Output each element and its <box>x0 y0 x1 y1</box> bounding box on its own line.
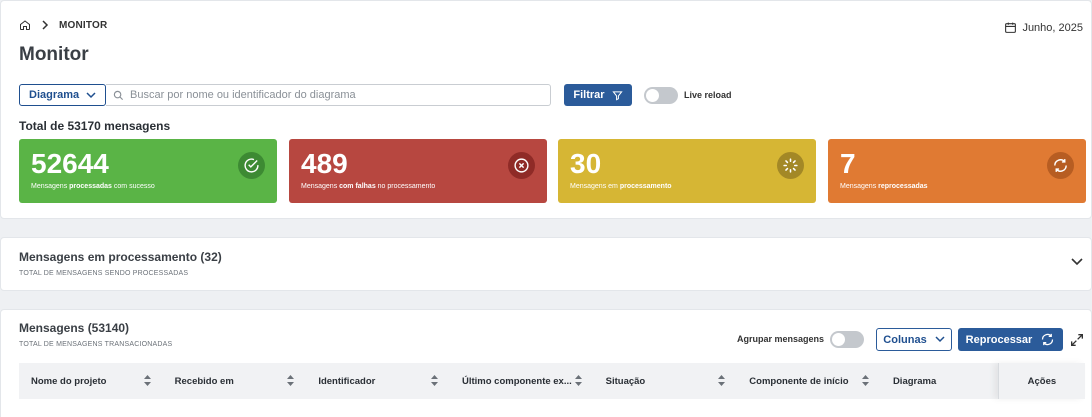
column-header-received[interactable]: Recebido em <box>163 363 307 399</box>
messages-subtitle: TOTAL DE MENSAGENS TRANSACIONADAS <box>19 341 173 348</box>
column-header-project[interactable]: Nome do projeto <box>19 363 163 399</box>
card-processing[interactable]: 30 Mensagens em processamento <box>558 139 816 203</box>
processing-section[interactable]: Mensagens em processamento (32) TOTAL DE… <box>0 237 1092 291</box>
card-reprocessed[interactable]: 7 Mensagens reprocessadas <box>828 139 1086 203</box>
card-value: 489 <box>301 148 348 179</box>
processing-title: Mensagens em processamento (32) <box>19 250 222 264</box>
sort-icon <box>574 375 582 386</box>
search-input[interactable] <box>130 89 530 101</box>
monitor-summary-panel: MONITOR Monitor Junho, 2025 Diagrama Fil… <box>0 0 1092 219</box>
card-label: Mensagens processadas com sucesso <box>31 183 155 190</box>
column-header-actions: Ações <box>997 363 1085 399</box>
reprocess-button-label: Reprocessar <box>965 333 1033 346</box>
column-header-diagram[interactable]: Diagrama <box>881 363 952 399</box>
sort-icon <box>143 375 151 386</box>
group-messages-label: Agrupar mensagens <box>737 334 825 344</box>
filter-icon <box>611 90 623 100</box>
x-circle-icon <box>508 152 535 179</box>
column-header-identifier[interactable]: Identificador <box>306 363 450 399</box>
filter-button-label: Filtrar <box>573 89 605 101</box>
card-label: Mensagens reprocessadas <box>840 183 928 190</box>
date-label: Junho, 2025 <box>1022 21 1083 34</box>
search-icon <box>113 90 124 100</box>
messages-section: Mensagens (53140) TOTAL DE MENSAGENS TRA… <box>0 309 1092 417</box>
column-header-status[interactable]: Situação <box>594 363 738 399</box>
card-label: Mensagens com falhas no processamento <box>301 183 436 190</box>
columns-button-label: Colunas <box>883 333 927 346</box>
table-header: Nome do projeto Recebido em Identificado… <box>19 363 1085 399</box>
group-messages-toggle[interactable] <box>830 331 864 348</box>
card-value: 7 <box>840 148 856 179</box>
diagram-select[interactable]: Diagrama <box>19 84 106 106</box>
date-picker[interactable]: Junho, 2025 <box>1004 21 1083 34</box>
card-value: 52644 <box>31 148 109 179</box>
sort-icon <box>718 375 726 386</box>
refresh-icon <box>1042 333 1054 346</box>
expand-icon[interactable] <box>1069 332 1085 348</box>
search-box <box>106 84 551 106</box>
home-icon[interactable] <box>19 19 31 31</box>
chevron-right-icon <box>42 20 49 30</box>
card-label: Mensagens em processamento <box>570 183 672 190</box>
check-circle-icon <box>238 152 265 179</box>
sort-icon <box>430 375 438 386</box>
column-header-last-component[interactable]: Último componente ex... <box>450 363 594 399</box>
chevron-down-icon <box>935 336 945 343</box>
card-value: 30 <box>570 148 602 179</box>
filter-button[interactable]: Filtrar <box>564 84 632 106</box>
breadcrumb-current: MONITOR <box>59 19 108 31</box>
column-header-start-component[interactable]: Componente de início <box>737 363 881 399</box>
chevron-down-icon[interactable] <box>1071 258 1083 266</box>
reprocess-button[interactable]: Reprocessar <box>958 328 1063 351</box>
live-reload-label: Live reload <box>684 90 732 100</box>
chevron-down-icon <box>86 91 96 98</box>
card-failed[interactable]: 489 Mensagens com falhas no processament… <box>289 139 547 203</box>
sort-icon <box>287 375 295 386</box>
diagram-select-label: Diagrama <box>29 89 80 101</box>
messages-title: Mensagens (53140) <box>19 321 130 335</box>
breadcrumb: MONITOR <box>19 19 107 31</box>
processing-subtitle: TOTAL DE MENSAGENS SENDO PROCESSADAS <box>19 270 189 277</box>
card-processed[interactable]: 52644 Mensagens processadas com sucesso <box>19 139 277 203</box>
calendar-icon <box>1005 22 1017 33</box>
page-title: Monitor <box>19 44 89 65</box>
columns-button[interactable]: Colunas <box>876 328 952 351</box>
total-messages: Total de 53170 mensagens <box>19 119 171 133</box>
sort-icon <box>861 375 869 386</box>
refresh-icon <box>1047 152 1074 179</box>
loader-icon <box>777 152 804 179</box>
live-reload-toggle[interactable] <box>644 87 678 104</box>
